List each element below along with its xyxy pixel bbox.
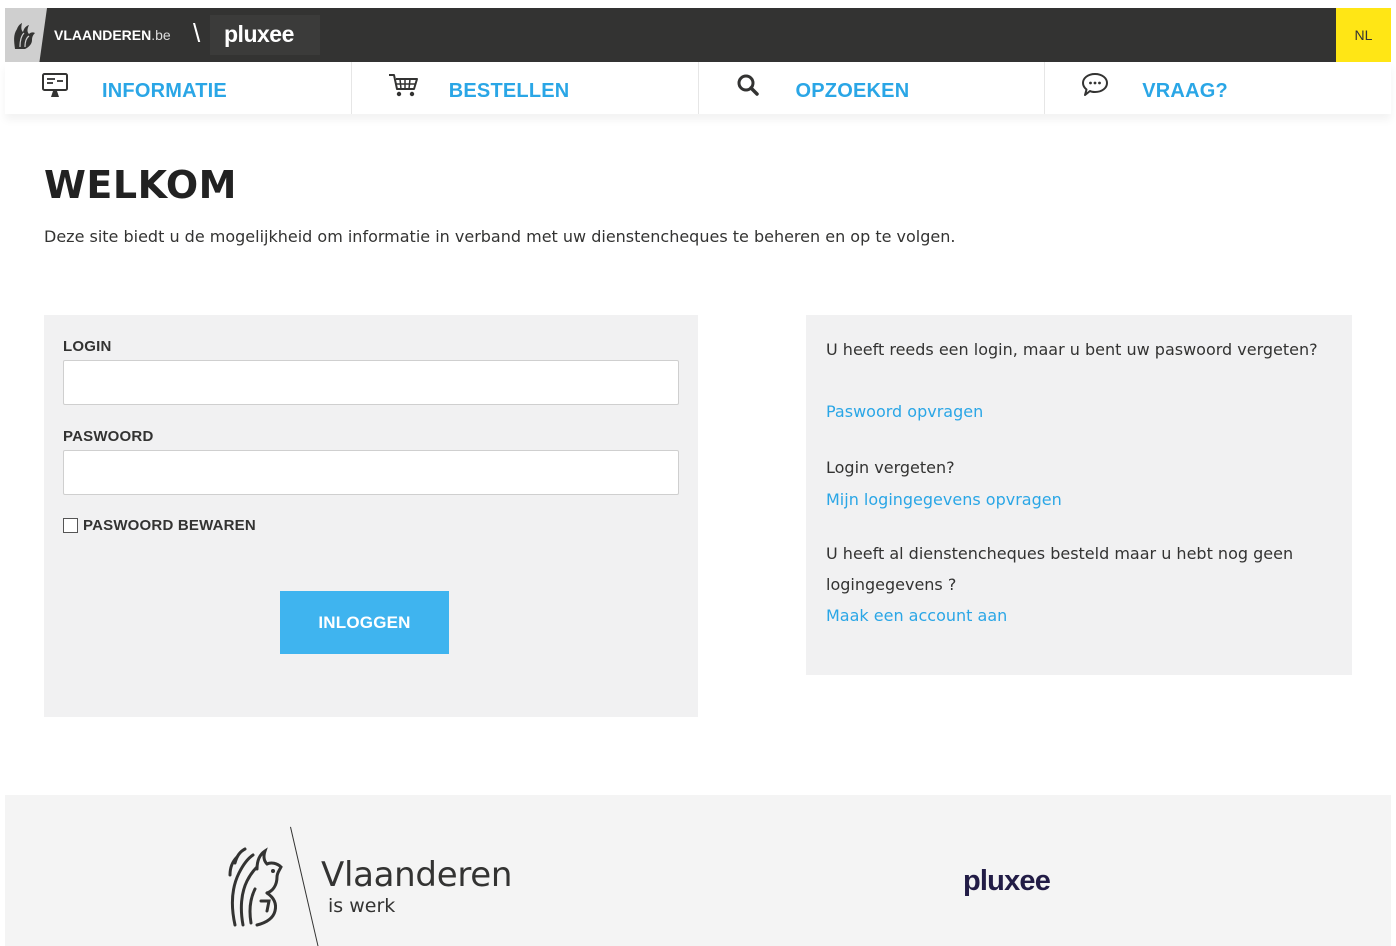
- forgot-password-link[interactable]: Paswoord opvragen: [826, 396, 983, 427]
- remember-password-checkbox[interactable]: [63, 518, 78, 533]
- remember-password-label: PASWOORD BEWAREN: [83, 517, 256, 534]
- vlaanderen-suffix: .be: [151, 27, 171, 43]
- nav-label-informatie: INFORMATIE: [102, 80, 227, 102]
- nav-label-bestellen: BESTELLEN: [448, 80, 570, 102]
- page-title: WELKOM: [44, 163, 237, 207]
- chat-bubble-icon: [1082, 73, 1109, 96]
- footer: Vlaanderen is werk pluxee: [5, 795, 1391, 946]
- nav-item-informatie[interactable]: INFORMATIE: [5, 62, 352, 114]
- nav-label-opzoeken: OPZOEKEN: [795, 80, 910, 102]
- intro-text: Deze site biedt u de mogelijkheid om inf…: [44, 227, 956, 246]
- forgot-login-text: Login vergeten?: [826, 458, 955, 477]
- password-input[interactable]: [63, 450, 679, 495]
- main-nav: INFORMATIE BESTELLEN OPZOEKEN VRAAG?: [5, 62, 1391, 114]
- no-account-text: U heeft al dienstencheques besteld maar …: [826, 544, 1294, 594]
- login-label: LOGIN: [63, 338, 112, 355]
- top-bar: VLAANDEREN.be \ pluxee NL: [5, 8, 1391, 62]
- forgot-password-text: U heeft reeds een login, maar u bent uw …: [826, 340, 1318, 359]
- monitor-icon: [42, 73, 68, 97]
- nav-item-vraag[interactable]: VRAAG?: [1045, 62, 1391, 114]
- footer-vlaanderen-tagline: is werk: [328, 895, 396, 917]
- pluxee-header-text: pluxee: [224, 21, 294, 47]
- nav-label-vraag: VRAAG?: [1142, 80, 1228, 102]
- password-label: PASWOORD: [63, 428, 154, 445]
- lion-icon: [14, 23, 36, 49]
- vlaanderen-label: VLAANDEREN: [54, 27, 152, 43]
- vlaanderen-lion-icon: [228, 847, 283, 927]
- header-separator: \: [193, 18, 201, 48]
- login-input[interactable]: [63, 360, 679, 405]
- vlaanderen-be-link[interactable]: VLAANDEREN.be: [54, 27, 171, 43]
- footer-vlaanderen-wordmark: Vlaanderen: [321, 855, 513, 895]
- login-button[interactable]: INLOGGEN: [280, 591, 449, 654]
- remember-password[interactable]: PASWOORD BEWAREN: [63, 517, 256, 534]
- login-panel: LOGIN PASWOORD PASWOORD BEWAREN INLOGGEN: [44, 315, 698, 717]
- nav-item-opzoeken[interactable]: OPZOEKEN: [699, 62, 1046, 114]
- create-account-link[interactable]: Maak een account aan: [826, 600, 1007, 631]
- search-icon: [737, 74, 759, 96]
- forgot-login-link[interactable]: Mijn logingegevens opvragen: [826, 484, 1062, 515]
- vlaanderen-lion-logo[interactable]: [5, 8, 47, 62]
- language-switch[interactable]: NL: [1336, 8, 1391, 62]
- footer-logo-divider: [290, 826, 321, 946]
- help-panel: U heeft reeds een login, maar u bent uw …: [806, 315, 1352, 675]
- nav-item-bestellen[interactable]: BESTELLEN: [352, 62, 699, 114]
- cart-icon: [388, 74, 418, 97]
- footer-pluxee-logo[interactable]: pluxee: [963, 865, 1051, 898]
- pluxee-header-logo[interactable]: pluxee: [210, 15, 320, 55]
